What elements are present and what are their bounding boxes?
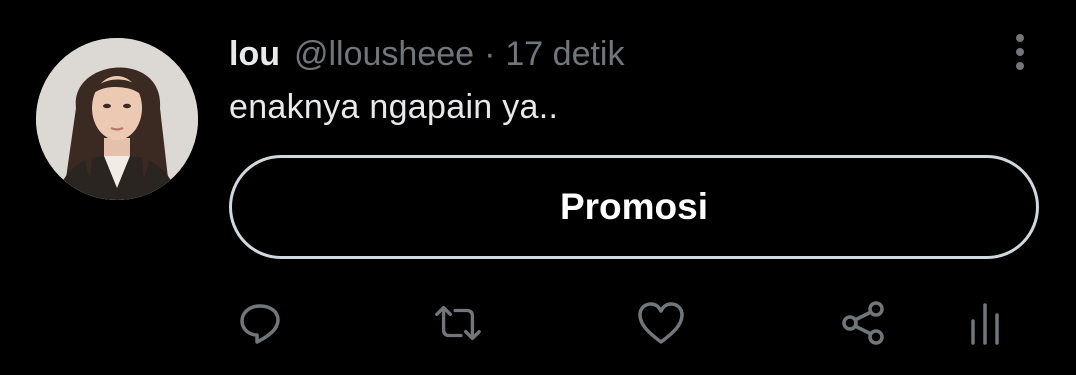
promote-button-label: Promosi — [559, 186, 709, 227]
reply-icon — [240, 304, 280, 344]
like-button[interactable] — [636, 298, 686, 348]
analytics-icon — [971, 303, 999, 345]
tweet[interactable]: lou @llousheee · 17 detik enaknya ngapai… — [0, 0, 1076, 375]
analytics-button[interactable] — [960, 298, 1010, 348]
tweet-text: enaknya ngapain ya.. — [229, 88, 559, 126]
tweet-header: lou @llousheee · 17 detik — [229, 30, 624, 78]
display-name[interactable]: lou — [229, 35, 280, 74]
retweet-icon — [435, 305, 481, 341]
retweet-button[interactable] — [433, 298, 483, 348]
promote-button[interactable]: Promosi — [229, 155, 1039, 259]
share-button[interactable] — [839, 298, 889, 348]
reply-button[interactable] — [235, 298, 285, 348]
avatar-image — [36, 38, 198, 200]
header-separator: · — [484, 34, 496, 73]
more-options-button[interactable] — [1006, 30, 1034, 74]
tweet-timestamp[interactable]: 17 detik — [505, 35, 624, 74]
share-icon — [842, 301, 884, 345]
user-handle[interactable]: @llousheee — [294, 35, 474, 74]
heart-icon — [638, 302, 684, 344]
more-vertical-icon — [1016, 34, 1024, 70]
avatar[interactable] — [36, 38, 198, 200]
